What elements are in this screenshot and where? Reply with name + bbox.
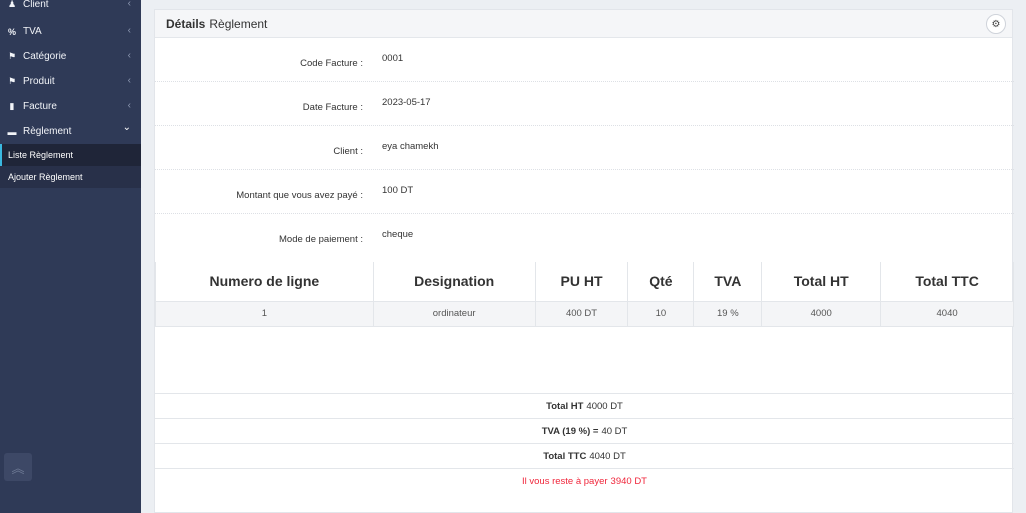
detail-label: Montant que vous avez payé : — [236, 190, 363, 201]
sidebar-item-label: Produit — [23, 76, 55, 87]
sidebar-item-label: Catégorie — [23, 51, 67, 62]
detail-row-mode-paiement: Mode de paiement : cheque — [155, 215, 1014, 258]
chevron-left-icon: ‹ — [127, 100, 131, 111]
detail-row-code-facture: Code Facture : 0001 — [155, 39, 1014, 82]
table-cell: 1 — [155, 300, 374, 327]
sidebar-item-label: Client — [23, 0, 49, 10]
table-cell: 19 % — [693, 300, 763, 327]
card-title-bold: Détails — [166, 16, 206, 31]
settings-button[interactable]: ⚙ — [986, 14, 1006, 34]
detail-value: eya chamekh — [382, 141, 439, 152]
product-icon: ⚑ — [7, 76, 17, 86]
chevron-left-icon: ‹ — [127, 25, 131, 36]
card-header: Détails Règlement ⚙ — [155, 10, 1012, 38]
remaining-value: 3940 DT — [610, 475, 647, 487]
sidebar-subitem-liste-reglement[interactable]: Liste Règlement — [0, 144, 141, 166]
table-cell: ordinateur — [372, 300, 536, 327]
detail-label: Client : — [333, 146, 363, 157]
table-cell: 4000 — [761, 300, 882, 327]
column-header: Total HT — [761, 262, 882, 302]
sidebar-item-tva[interactable]: % TVA ‹ — [0, 19, 141, 44]
total-ttc-row: Total TTC 4040 DT — [155, 443, 1014, 468]
chevron-left-icon: ‹ — [127, 50, 131, 61]
remaining-amount-row: Il vous reste à payer 3940 DT — [155, 468, 1014, 493]
detail-label: Code Facture : — [300, 58, 363, 69]
sidebar-submenu-reglement: Liste Règlement Ajouter Règlement — [0, 144, 141, 188]
sidebar-item-client[interactable]: ♟ Client ‹ — [0, 0, 141, 11]
remaining-label: Il vous reste à payer — [522, 475, 608, 487]
table-header-row: Numero de ligne Designation PU HT Qté TV… — [155, 262, 1014, 302]
sidebar: ♟ Client ‹ % TVA ‹ ⚑ Catégorie ‹ ⚑ Produ… — [0, 0, 141, 513]
sidebar-subitem-ajouter-reglement[interactable]: Ajouter Règlement — [0, 166, 141, 188]
double-chevron-up-icon: ︽ — [11, 460, 25, 476]
total-ht-value: 4000 DT — [586, 400, 623, 412]
total-ttc-label: Total TTC — [543, 450, 587, 462]
tva-label: TVA (19 %) = — [541, 425, 599, 437]
sidebar-item-categorie[interactable]: ⚑ Catégorie ‹ — [0, 44, 141, 69]
sidebar-item-label: Facture — [23, 101, 57, 112]
detail-value: 0001 — [382, 53, 404, 64]
detail-row-client: Client : eya chamekh — [155, 127, 1014, 170]
category-icon: ⚑ — [7, 51, 17, 61]
credit-card-icon: ▬ — [7, 126, 17, 137]
detail-row-date-facture: Date Facture : 2023-05-17 — [155, 83, 1014, 126]
column-header: TVA — [693, 262, 763, 302]
details-card: Détails Règlement ⚙ Code Facture : 0001 … — [154, 9, 1014, 513]
total-ttc-value: 4040 DT — [589, 450, 626, 462]
chevron-down-icon: ⌄ — [122, 122, 131, 133]
table-cell: 10 — [627, 300, 695, 327]
tva-value: 40 DT — [601, 425, 628, 437]
column-header: Numero de ligne — [155, 262, 374, 302]
sidebar-item-label: TVA — [23, 26, 42, 37]
detail-value: 2023-05-17 — [382, 97, 431, 108]
detail-row-montant: Montant que vous avez payé : 100 DT — [155, 171, 1014, 214]
column-header: PU HT — [534, 262, 629, 302]
user-icon: ♟ — [7, 0, 17, 9]
column-header: Designation — [372, 262, 536, 302]
tva-row: TVA (19 %) = 40 DT — [155, 418, 1014, 443]
table-cell: 400 DT — [534, 300, 629, 327]
sidebar-item-reglement[interactable]: ▬ Règlement ⌄ — [0, 119, 141, 144]
scroll-to-top-button[interactable]: ︽ — [4, 453, 32, 481]
detail-value: 100 DT — [382, 185, 414, 196]
table-cell: 4040 — [880, 300, 1014, 327]
detail-label: Date Facture : — [302, 102, 363, 113]
invoice-icon: ▮ — [9, 101, 15, 111]
detail-label: Mode de paiement : — [279, 234, 363, 245]
table-row: 1 ordinateur 400 DT 10 19 % 4000 4040 — [155, 300, 1014, 327]
total-ht-row: Total HT 4000 DT — [155, 393, 1014, 418]
card-title: Règlement — [209, 16, 268, 31]
sidebar-item-produit[interactable]: ⚑ Produit ‹ — [0, 69, 141, 94]
sidebar-item-facture[interactable]: ▮ Facture ‹ — [0, 94, 141, 119]
percent-icon: % — [7, 26, 16, 37]
chevron-left-icon: ‹ — [127, 75, 131, 86]
total-ht-label: Total HT — [546, 400, 584, 412]
column-header: Total TTC — [880, 262, 1014, 302]
invoice-lines-table: Numero de ligne Designation PU HT Qté TV… — [155, 262, 1014, 327]
sidebar-item-label: Règlement — [23, 126, 72, 137]
detail-value: cheque — [382, 229, 414, 240]
chevron-left-icon: ‹ — [127, 0, 131, 9]
gear-icon: ⚙ — [991, 18, 1001, 30]
column-header: Qté — [627, 262, 695, 302]
